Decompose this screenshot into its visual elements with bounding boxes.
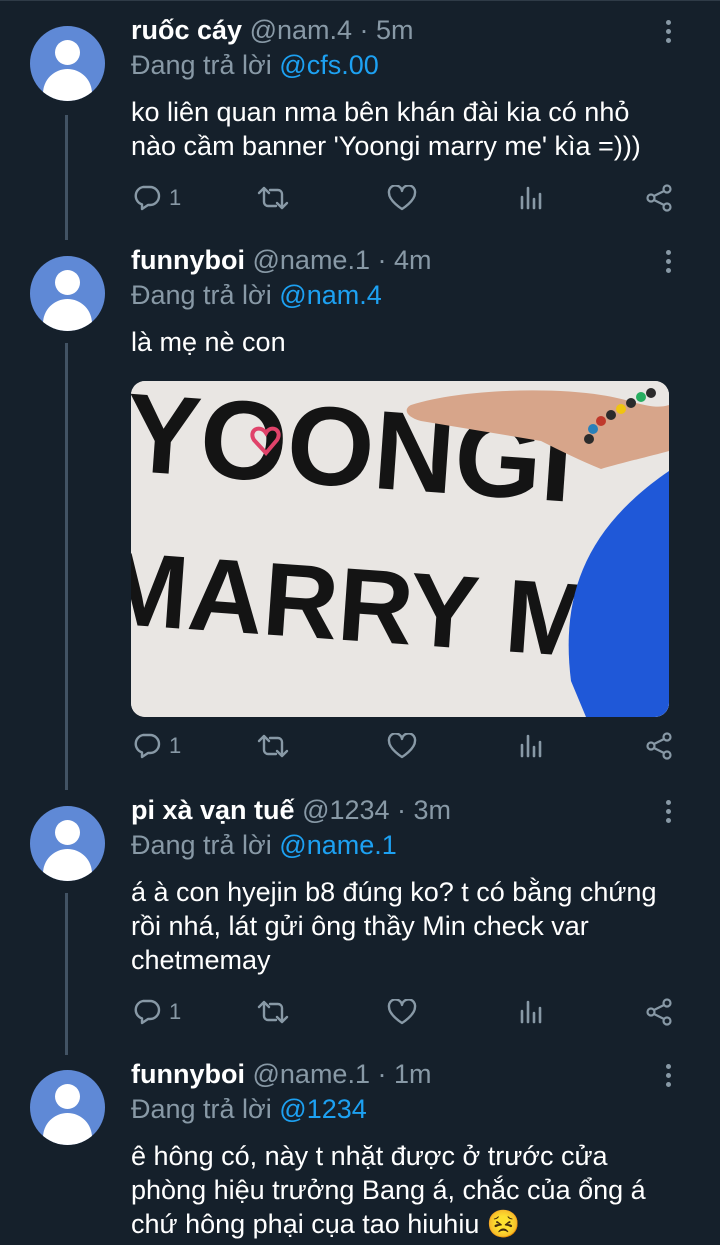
tweet-content: ruốc cáy @nam.4 · 5m Đang trả lời @cfs.0… [131,12,700,163]
more-icon[interactable] [666,800,672,824]
banner-photo: YOONGI MARRY ME [131,381,669,717]
tweet-header: ruốc cáy @nam.4 · 5m [131,12,700,48]
tweet-text: á à con hyejin b8 đúng ko? t có bằng chứ… [131,875,700,977]
stats-button[interactable] [519,992,543,1032]
reply-button[interactable]: 1 [133,178,181,218]
tweet-header: funnyboi @name.1 · 4m [131,242,700,278]
like-icon [387,185,417,211]
tweet-text-line: phòng hiệu trưởng Bang á, chắc của ổng á [131,1175,646,1205]
display-name[interactable]: funnyboi [131,1059,245,1089]
handle-time: @name.1 · 1m [252,1059,432,1089]
avatar[interactable] [30,26,105,101]
more-icon[interactable] [666,250,672,274]
avatar[interactable] [30,806,105,881]
stats-icon [520,734,542,758]
like-icon [387,999,417,1025]
avatar[interactable] [30,1070,105,1145]
tweet-text: ê hông có, này t nhặt được ở trước cửa p… [131,1139,700,1241]
thread-line [65,893,68,1055]
share-icon [646,732,672,760]
tweet-text-line: nào cầm banner 'Yoongi marry me' kìa =))… [131,131,641,161]
replying-to-label: Đang trả lời [131,280,272,310]
tweet-header: pi xà vạn tuế @1234 · 3m [131,792,700,828]
like-button[interactable] [387,178,417,218]
reply-handle-link[interactable]: @1234 [279,1094,366,1124]
like-icon [387,733,417,759]
tweet-actions: 1 [131,178,676,218]
tweet-text-line: chứ hông phại cụa tao hiuhiu 😣 [131,1209,521,1239]
more-icon[interactable] [666,1064,672,1088]
like-button[interactable] [387,726,417,766]
share-button[interactable] [645,992,673,1032]
retweet-icon [257,186,289,210]
tweet-text-line: ê hông có, này t nhặt được ở trước cửa [131,1141,608,1171]
like-button[interactable] [387,992,417,1032]
reply-handle-link[interactable]: @name.1 [279,830,396,860]
stats-icon [520,1000,542,1024]
tweet-text-line: ko liên quan nma bên khán đài kia có nhỏ [131,97,630,127]
stats-icon [520,186,542,210]
replying-to-label: Đang trả lời [131,50,272,80]
display-name[interactable]: pi xà vạn tuế [131,795,295,825]
handle-time: @name.1 · 4m [252,245,432,275]
replying-to: Đang trả lời @1234 [131,1092,700,1126]
tweet-actions: 1 [131,726,676,766]
retweet-button[interactable] [257,992,289,1032]
tweet-text-line: rồi nhá, lát gửi ông thầy Min check var [131,911,589,941]
tweet-actions: 1 [131,992,676,1032]
reply-button[interactable]: 1 [133,726,181,766]
thread-line [65,343,68,790]
display-name[interactable]: funnyboi [131,245,245,275]
top-divider [0,0,720,1]
reply-handle-link[interactable]: @nam.4 [279,280,381,310]
tweet-header: funnyboi @name.1 · 1m [131,1056,700,1092]
stats-button[interactable] [519,726,543,766]
stats-button[interactable] [519,178,543,218]
more-icon[interactable] [666,20,672,44]
reply-icon [134,999,161,1025]
reply-count: 1 [169,999,182,1024]
replying-to: Đang trả lời @name.1 [131,828,700,862]
tweet-text: là mẹ nè con [131,325,700,359]
tweet-text-line: á à con hyejin b8 đúng ko? t có bằng chứ… [131,877,657,907]
retweet-icon [257,734,289,758]
reply-count: 1 [169,185,182,210]
share-button[interactable] [645,178,673,218]
replying-to-label: Đang trả lời [131,1094,272,1124]
thread-line [65,115,68,240]
reply-icon [134,733,161,759]
replying-to: Đang trả lời @cfs.00 [131,48,700,82]
handle-time: @1234 · 3m [302,795,452,825]
tweet-text-line: chetmemay [131,945,271,975]
display-name[interactable]: ruốc cáy [131,15,242,45]
tweet-content: pi xà vạn tuế @1234 · 3m Đang trả lời @n… [131,792,700,977]
tweet-image[interactable]: YOONGI MARRY ME [131,381,669,717]
tweet-text-line: là mẹ nè con [131,327,286,357]
reply-count: 1 [169,733,182,758]
replying-to-label: Đang trả lời [131,830,272,860]
reply-handle-link[interactable]: @cfs.00 [279,50,378,80]
avatar[interactable] [30,256,105,331]
tweet-content: funnyboi @name.1 · 1m Đang trả lời @1234… [131,1056,700,1241]
reply-icon [134,185,161,211]
retweet-button[interactable] [257,178,289,218]
handle-time: @nam.4 · 5m [249,15,414,45]
replying-to: Đang trả lời @nam.4 [131,278,700,312]
tweet-content: funnyboi @name.1 · 4m Đang trả lời @nam.… [131,242,700,717]
share-icon [646,184,672,212]
share-button[interactable] [645,726,673,766]
retweet-icon [257,1000,289,1024]
retweet-button[interactable] [257,726,289,766]
tweet-text: ko liên quan nma bên khán đài kia có nhỏ… [131,95,700,163]
share-icon [646,998,672,1026]
reply-button[interactable]: 1 [133,992,181,1032]
